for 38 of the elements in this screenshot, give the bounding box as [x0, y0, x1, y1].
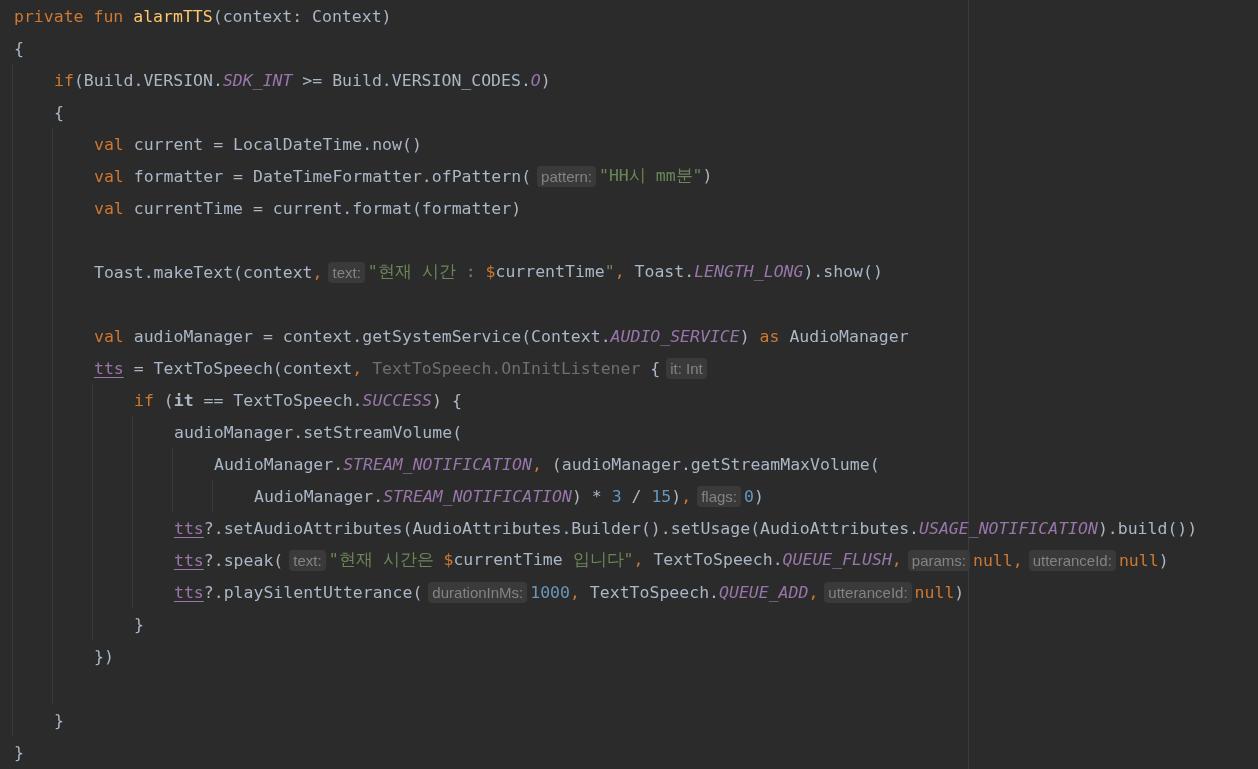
- code-text: "HH시 mm분"): [599, 165, 713, 187]
- parameter-hint: utteranceId:: [1028, 549, 1116, 571]
- code-text: AudioManager.STREAM_NOTIFICATION, (audioManager.getStreamMaxVolume(: [214, 454, 880, 474]
- code-text: val audioManager = context.getSystemService(Context.AUDIO_SERVICE) as AudioManager: [94, 326, 909, 346]
- code-text: tts = TextToSpeech(context, TextToSpeech.OnInitListener {: [94, 358, 661, 378]
- code-text: val current = LocalDateTime.now(): [94, 134, 422, 154]
- code-text: {: [54, 102, 64, 122]
- code-text: null,: [973, 550, 1023, 570]
- code-text: "현재 시간은 $currentTime 입니다", TextToSpeech.QUEUE_FLUSH,: [328, 549, 902, 571]
- parameter-hint: it: Int: [666, 357, 707, 379]
- code-text: {: [14, 38, 24, 58]
- code-text: val formatter = DateTimeFormatter.ofPattern(: [94, 166, 532, 186]
- code-text: tts?.playSilentUtterance(: [174, 582, 423, 602]
- parameter-hint: text:: [289, 549, 326, 571]
- code-text: }: [134, 614, 144, 634]
- code-text: null): [1118, 550, 1169, 570]
- parameter-hint: utteranceId:: [824, 581, 912, 603]
- code-text: tts?.speak(: [174, 550, 284, 570]
- code-text: null): [914, 582, 965, 602]
- code-text: }): [94, 646, 114, 666]
- code-text: private fun alarmTTS(context: Context): [14, 6, 392, 26]
- code-text: 1000, TextToSpeech.QUEUE_ADD,: [530, 582, 819, 602]
- code-text: tts?.setAudioAttributes(AudioAttributes.Builder().setUsage(AudioAttributes.USAGE_NOTIFICATION).build()): [174, 518, 1198, 538]
- parameter-hint: params:: [907, 549, 970, 571]
- parameter-hint: durationInMs:: [428, 581, 528, 603]
- parameter-hint: pattern:: [537, 165, 596, 187]
- code-text: AudioManager.STREAM_NOTIFICATION) * 3 / 15),: [254, 486, 692, 506]
- code-text: if (it == TextToSpeech.SUCCESS) {: [134, 390, 462, 410]
- code-text: Toast.makeText(context,: [94, 262, 323, 282]
- code-text: }: [54, 710, 64, 730]
- parameter-hint: text:: [328, 261, 365, 283]
- code-text: "현재 시간 : $currentTime", Toast.LENGTH_LONG).show(): [367, 261, 883, 283]
- code-text: }: [14, 742, 24, 762]
- code-text: if(Build.VERSION.SDK_INT >= Build.VERSION_CODES.O): [54, 70, 551, 90]
- code-text: audioManager.setStreamVolume(: [174, 422, 463, 442]
- code-text: 0): [744, 486, 764, 506]
- code-text: val currentTime = current.format(formatter): [94, 198, 522, 218]
- parameter-hint: flags:: [697, 485, 741, 507]
